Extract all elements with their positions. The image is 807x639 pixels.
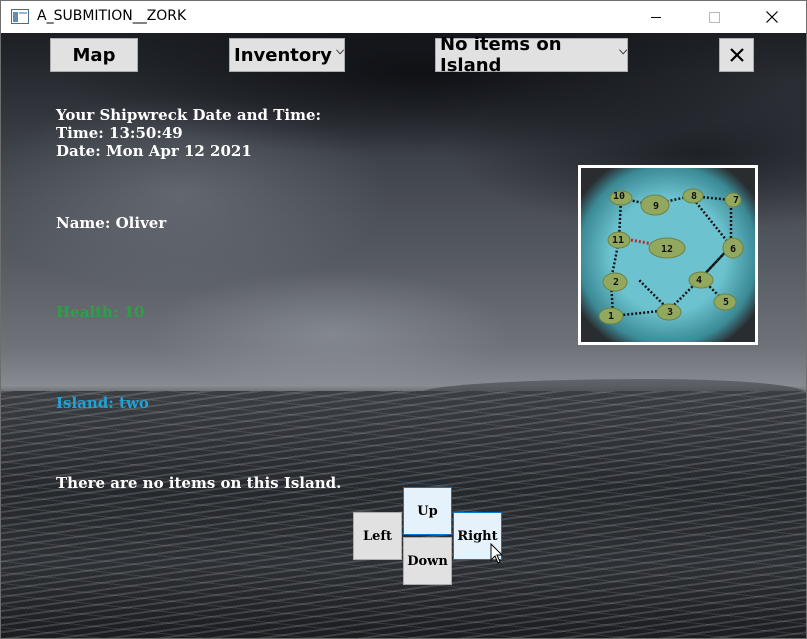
map-island-number: 6 — [730, 244, 736, 255]
window-icon — [11, 9, 29, 24]
map-island-number: 2 — [613, 277, 619, 288]
map-island-number: 7 — [733, 195, 739, 206]
move-up-label: Up — [417, 503, 438, 519]
map-island-number: 8 — [691, 191, 697, 202]
mouse-pointer-icon — [490, 543, 504, 564]
chevron-down-icon — [618, 49, 627, 55]
map-island-number: 10 — [613, 191, 625, 202]
shipwreck-info: Your Shipwreck Date and Time: Time: 13:5… — [56, 106, 321, 160]
app-window: A_SUBMITION__ZORK Map Inventory No items… — [0, 0, 807, 639]
close-icon — [729, 48, 744, 62]
close-icon — [766, 11, 778, 23]
inventory-label: Inventory — [234, 44, 332, 66]
map-island-number: 11 — [612, 235, 624, 246]
map-button-label: Map — [72, 44, 116, 66]
quit-button[interactable] — [719, 38, 754, 72]
title-bar[interactable]: A_SUBMITION__ZORK — [1, 1, 806, 33]
window-close-button[interactable] — [749, 1, 795, 33]
window-title: A_SUBMITION__ZORK — [37, 8, 187, 24]
inventory-dropdown[interactable]: Inventory — [229, 38, 345, 72]
island-map: 10 9 8 7 11 12 6 2 4 5 1 3 — [578, 165, 758, 345]
map-button[interactable]: Map — [50, 38, 138, 72]
chevron-down-icon — [335, 49, 344, 55]
island-map-graphic: 10 9 8 7 11 12 6 2 4 5 1 3 — [581, 168, 755, 342]
move-left-label: Left — [362, 528, 392, 544]
move-left-button[interactable]: Left — [353, 512, 402, 560]
player-health: Health: 10 — [56, 303, 145, 321]
player-name: Name: Oliver — [56, 214, 167, 232]
move-down-button[interactable]: Down — [403, 537, 452, 585]
island-items-dropdown[interactable]: No items on Island — [435, 34, 628, 76]
map-island-number: 5 — [723, 297, 729, 308]
items-message: There are no items on this Island. — [56, 474, 342, 492]
move-up-button[interactable]: Up — [403, 487, 452, 535]
map-island-number: 9 — [653, 201, 659, 212]
game-background: Map Inventory No items on Island Your Sh… — [1, 33, 806, 638]
shipwreck-time: Time: 13:50:49 — [56, 124, 183, 142]
maximize-icon — [708, 11, 720, 23]
shipwreck-heading: Your Shipwreck Date and Time: — [56, 106, 322, 124]
shipwreck-date: Date: Mon Apr 12 2021 — [56, 142, 252, 160]
map-island-number: 3 — [667, 307, 673, 318]
minimize-button[interactable] — [633, 1, 679, 33]
map-island-number: 12 — [661, 244, 673, 255]
maximize-button[interactable] — [691, 1, 737, 33]
map-island-number: 1 — [608, 311, 614, 322]
move-down-label: Down — [407, 553, 448, 569]
minimize-icon — [651, 17, 661, 18]
map-island-number: 4 — [696, 275, 702, 286]
island-items-label: No items on Island — [440, 34, 562, 76]
move-right-label: Right — [457, 528, 498, 544]
current-island: Island: two — [56, 394, 149, 412]
